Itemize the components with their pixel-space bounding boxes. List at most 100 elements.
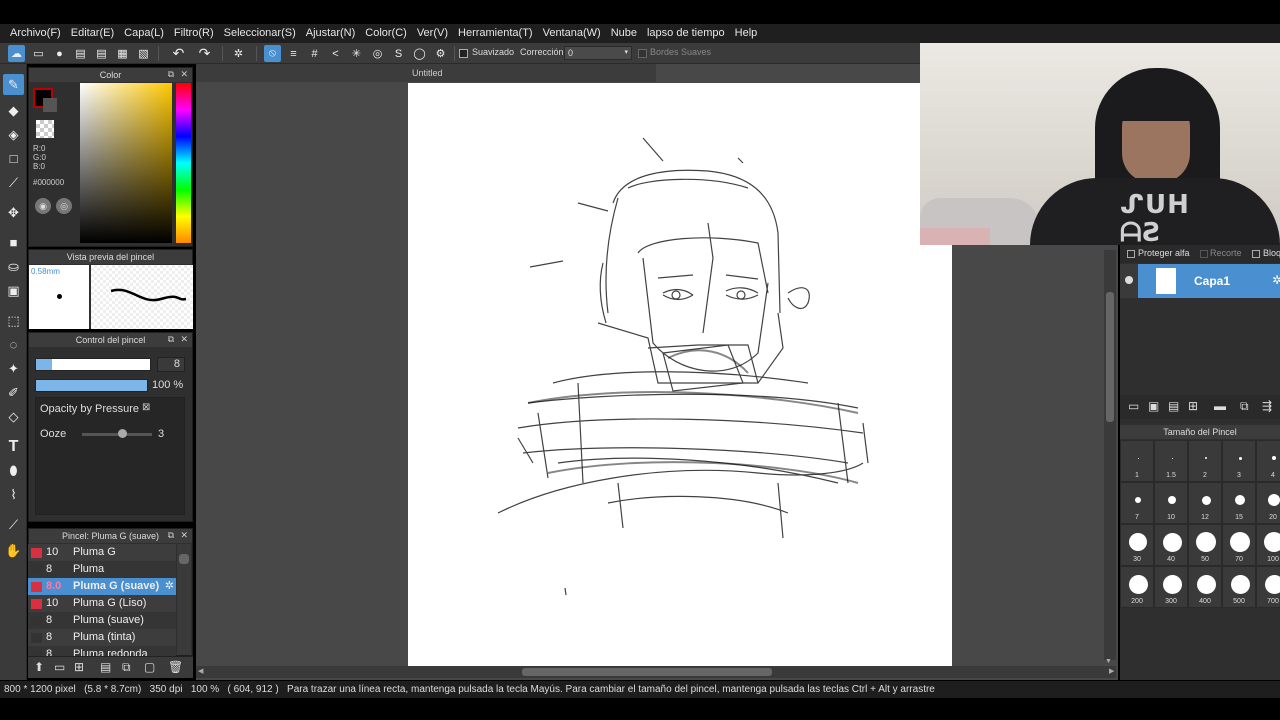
brush-size-option[interactable]: 300 — [1154, 566, 1188, 608]
scroll-left-icon[interactable]: ◀ — [198, 667, 203, 675]
paste-icon[interactable]: ▢ — [144, 660, 155, 674]
ooze-slider[interactable] — [82, 433, 152, 436]
circle-snap-icon[interactable]: ◯ — [411, 45, 428, 62]
selection-eraser-icon[interactable]: ◈ — [3, 124, 24, 145]
canvas-vertical-scrollbar[interactable] — [1104, 250, 1116, 660]
brush-size-option[interactable]: 700 — [1256, 566, 1280, 608]
list-item[interactable]: 10 Pluma G (Liso) — [28, 595, 176, 612]
focus-line-icon[interactable]: < — [327, 45, 344, 62]
rect-select-icon[interactable]: ⬚ — [3, 310, 24, 331]
close-icon[interactable]: ✕ — [180, 69, 188, 80]
redo-icon[interactable]: ↷ — [196, 45, 213, 62]
menu-herramienta[interactable]: Herramienta(T) — [453, 24, 538, 43]
layer-row[interactable]: Capa1 ✲ — [1120, 264, 1280, 298]
copy-brush-icon[interactable]: ▤ — [100, 660, 111, 674]
pen-tool-icon[interactable]: ✎ — [3, 74, 24, 95]
brush-size-option[interactable]: 500 — [1222, 566, 1256, 608]
menu-nube[interactable]: Nube — [606, 24, 642, 43]
clear-selection-icon[interactable]: ✲ — [230, 45, 247, 62]
select-eraser-icon[interactable]: ◇ — [3, 406, 24, 427]
brush-size-option[interactable]: 20 — [1256, 482, 1280, 524]
trash-icon[interactable]: 🗑 — [168, 660, 183, 674]
line-brush-icon[interactable]: ⟋ — [3, 172, 24, 193]
brush-list-scrollbar[interactable] — [177, 544, 191, 655]
new-brush-icon[interactable]: ▭ — [54, 660, 65, 674]
background-color-swatch[interactable] — [43, 98, 57, 112]
brush-size-option[interactable]: 400 — [1188, 566, 1222, 608]
soft-edges-checkbox[interactable] — [638, 49, 647, 58]
float-icon[interactable]: ⧉ — [168, 334, 174, 345]
list-item[interactable]: 8 Pluma (suave) — [28, 612, 176, 629]
menu-capa[interactable]: Capa(L) — [119, 24, 169, 43]
transparent-color-swatch[interactable] — [36, 120, 54, 138]
palette-switch-icon[interactable]: ◎ — [56, 198, 72, 214]
gear-icon[interactable]: ✲ — [165, 578, 174, 595]
brush-size-option[interactable]: 7 — [1120, 482, 1154, 524]
list-item[interactable]: 10 Pluma G — [28, 544, 176, 561]
settings-gear-icon[interactable]: ⚙ — [432, 45, 449, 62]
menu-archivo[interactable]: Archivo(F) — [5, 24, 66, 43]
float-icon[interactable]: ⧉ — [168, 530, 174, 541]
radial-line-icon[interactable]: ✳ — [348, 45, 365, 62]
select-pen-icon[interactable]: ✐ — [3, 382, 24, 403]
protect-alpha-checkbox[interactable] — [1127, 250, 1135, 258]
hand-tool-icon[interactable]: ✋ — [3, 540, 24, 561]
eraser-tool-icon[interactable]: ◆ — [3, 100, 24, 121]
new-file-icon[interactable]: ▭ — [30, 45, 47, 62]
text-tool-icon[interactable]: T — [3, 436, 24, 457]
brush-size-option[interactable]: 15 — [1222, 482, 1256, 524]
add-brush-icon[interactable]: ⊞ — [74, 660, 84, 674]
move-tool-icon[interactable]: ✥ — [3, 202, 24, 223]
list-item[interactable]: 8 Pluma (tinta) — [28, 629, 176, 646]
menu-ventana[interactable]: Ventana(W) — [538, 24, 606, 43]
ooze-slider-handle[interactable] — [118, 429, 127, 438]
opacity-slider[interactable] — [35, 379, 148, 392]
gradient-icon[interactable]: ▣ — [3, 280, 24, 301]
rectangle-icon[interactable]: □ — [3, 148, 24, 169]
lasso-select-icon[interactable]: ◌ — [3, 334, 24, 355]
lock-checkbox[interactable] — [1252, 250, 1260, 258]
duplicate-layer-icon[interactable]: ⧉ — [1240, 399, 1249, 414]
menu-seleccionar[interactable]: Seleccionar(S) — [219, 24, 301, 43]
menu-editar[interactable]: Editar(E) — [66, 24, 119, 43]
fill-rect-icon[interactable]: ■ — [3, 232, 24, 253]
hue-slider[interactable] — [176, 83, 191, 243]
brush-size-option[interactable]: 100 — [1256, 524, 1280, 566]
merge-layer-icon[interactable]: ⇶ — [1262, 399, 1272, 413]
scroll-right-icon[interactable]: ▶ — [1109, 667, 1114, 675]
menu-color[interactable]: Color(C) — [360, 24, 412, 43]
clipping-checkbox[interactable] — [1200, 250, 1208, 258]
undo-icon[interactable]: ↶ — [170, 45, 187, 62]
float-icon[interactable]: ⧉ — [168, 69, 174, 80]
new-8bit-layer-icon[interactable]: ▣ — [1148, 399, 1159, 413]
add-layer-menu-icon[interactable]: ⊞ — [1188, 399, 1198, 413]
new-layer-icon[interactable]: ▭ — [1128, 399, 1139, 413]
close-icon[interactable]: ✕ — [180, 530, 188, 541]
smooth-checkbox[interactable] — [459, 49, 468, 58]
brush-size-value[interactable]: 8 — [157, 357, 185, 372]
list-item-selected[interactable]: 8.0 Pluma G (suave) ✲ — [28, 578, 176, 595]
menu-lapso-de-tiempo[interactable]: lapso de tiempo — [642, 24, 730, 43]
menu-help[interactable]: Help — [730, 24, 763, 43]
brush-size-slider[interactable] — [35, 358, 151, 371]
drawing-canvas[interactable] — [408, 83, 952, 667]
eyedropper-icon[interactable]: ⟋ — [3, 514, 24, 535]
new-1bit-layer-icon[interactable]: ▤ — [1168, 399, 1179, 413]
list-item[interactable]: 8 Pluma — [28, 561, 176, 578]
magic-wand-icon[interactable]: ✦ — [3, 358, 24, 379]
document-tab[interactable]: Untitled — [196, 64, 656, 82]
brush-size-option[interactable]: 4 — [1256, 440, 1280, 482]
brush-size-option[interactable]: 40 — [1154, 524, 1188, 566]
saturation-value-picker[interactable] — [80, 83, 172, 243]
folder-icon[interactable]: ▬ — [1214, 399, 1226, 413]
brush-size-option[interactable]: 2 — [1188, 440, 1222, 482]
pressure-settings-icon[interactable]: ⊠ — [142, 402, 150, 413]
panel-icon[interactable]: ▤ — [72, 45, 89, 62]
concentric-circle-icon[interactable]: ◎ — [369, 45, 386, 62]
scroll-down-icon[interactable]: ▼ — [1105, 658, 1112, 665]
palette-icon[interactable]: ◉ — [35, 198, 51, 214]
page-icon[interactable]: ▤ — [93, 45, 110, 62]
visibility-icon[interactable] — [1125, 276, 1133, 284]
layer-settings-icon[interactable]: ✲ — [1272, 273, 1280, 287]
list-item[interactable]: 8 Pluma redonda — [28, 646, 176, 656]
